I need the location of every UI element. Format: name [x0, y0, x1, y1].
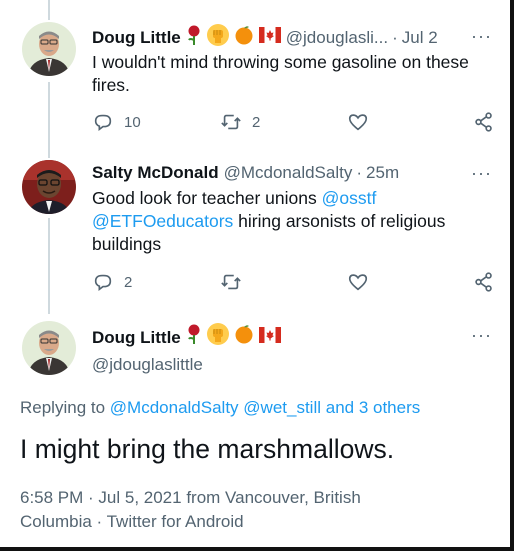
tweet-text: Good look for teacher unions @osstf @ETF… [92, 187, 496, 256]
handle[interactable]: @jdouglaslittle [92, 353, 281, 377]
avatar[interactable] [22, 321, 76, 375]
retweet-icon [221, 274, 241, 290]
more-options-icon[interactable]: ··· [471, 326, 492, 344]
reply-icon [94, 114, 112, 131]
reply-button[interactable]: 10 [92, 111, 141, 133]
avatar[interactable] [22, 22, 76, 76]
like-button[interactable] [347, 271, 369, 293]
share-icon [475, 112, 492, 132]
tweet-text: I wouldn't mind throwing some gasoline o… [92, 52, 469, 95]
display-name[interactable]: Doug Little [92, 326, 181, 350]
separator-dot: · [356, 163, 363, 182]
orange-icon [234, 25, 254, 51]
tweet-actions: 10 2 [92, 111, 496, 135]
display-name[interactable]: Salty McDonald [92, 162, 219, 184]
share-button[interactable] [473, 111, 495, 133]
handle[interactable]: @McdonaldSalty [224, 162, 353, 184]
reply-count: 2 [124, 273, 133, 291]
main-tweet-header: Doug Little @jdouglaslittle [92, 323, 281, 377]
canada-flag-icon [258, 326, 281, 350]
retweet-button[interactable]: 2 [220, 111, 260, 133]
reply-count: 10 [124, 113, 141, 131]
thread-line [48, 0, 50, 20]
retweet-icon [221, 114, 241, 130]
handle[interactable]: @jdouglasli... [286, 27, 388, 49]
timestamp[interactable]: 25m [366, 162, 399, 184]
main-name-row: Doug Little [92, 323, 281, 352]
orange-icon [234, 324, 254, 351]
avatar[interactable] [22, 160, 76, 214]
raised-fist-icon [206, 323, 229, 352]
replying-label: Replying to [20, 398, 110, 417]
thread-line [48, 218, 50, 314]
share-icon [475, 272, 492, 292]
mention-link[interactable]: @McdonaldSalty [110, 398, 239, 417]
display-name[interactable]: Doug Little [92, 27, 181, 49]
rose-icon [186, 324, 202, 351]
raised-fist-icon [206, 24, 229, 52]
retweet-button[interactable] [220, 271, 242, 293]
more-options-icon[interactable]: ··· [471, 27, 492, 45]
mention-link[interactable]: @wet_still [243, 398, 321, 417]
main-tweet-text: I might bring the marshmallows. [20, 434, 395, 464]
tweet-actions: 2 [92, 271, 496, 295]
separator-dot: · [392, 28, 398, 47]
canada-flag-icon [258, 27, 281, 49]
tweet-text-intro: Good look for teacher unions [92, 188, 322, 208]
more-options-icon[interactable]: ··· [471, 164, 492, 182]
reply-icon [94, 274, 112, 291]
and-others-link[interactable]: and 3 others [321, 398, 421, 417]
share-button[interactable] [473, 271, 495, 293]
tweet-header: Doug Little @jdouglasli... · Jul 2 [92, 24, 500, 52]
tweet-header: Salty McDonald @McdonaldSalty · 25m [92, 162, 500, 184]
tweet-meta: 6:58 PM · Jul 5, 2021 from Vancouver, Br… [20, 488, 361, 531]
mention-link[interactable]: @osstf [322, 188, 377, 208]
replying-to: Replying to @McdonaldSalty @wet_still an… [20, 398, 420, 418]
mention-link[interactable]: @ETFOeducators [92, 211, 233, 231]
reply-button[interactable]: 2 [92, 271, 132, 293]
timestamp[interactable]: Jul 2 [402, 27, 438, 49]
rose-icon [186, 25, 202, 51]
heart-icon [348, 274, 368, 291]
retweet-count: 2 [252, 113, 261, 131]
like-button[interactable] [347, 111, 369, 133]
heart-icon [348, 114, 368, 131]
thread-line [48, 82, 50, 158]
